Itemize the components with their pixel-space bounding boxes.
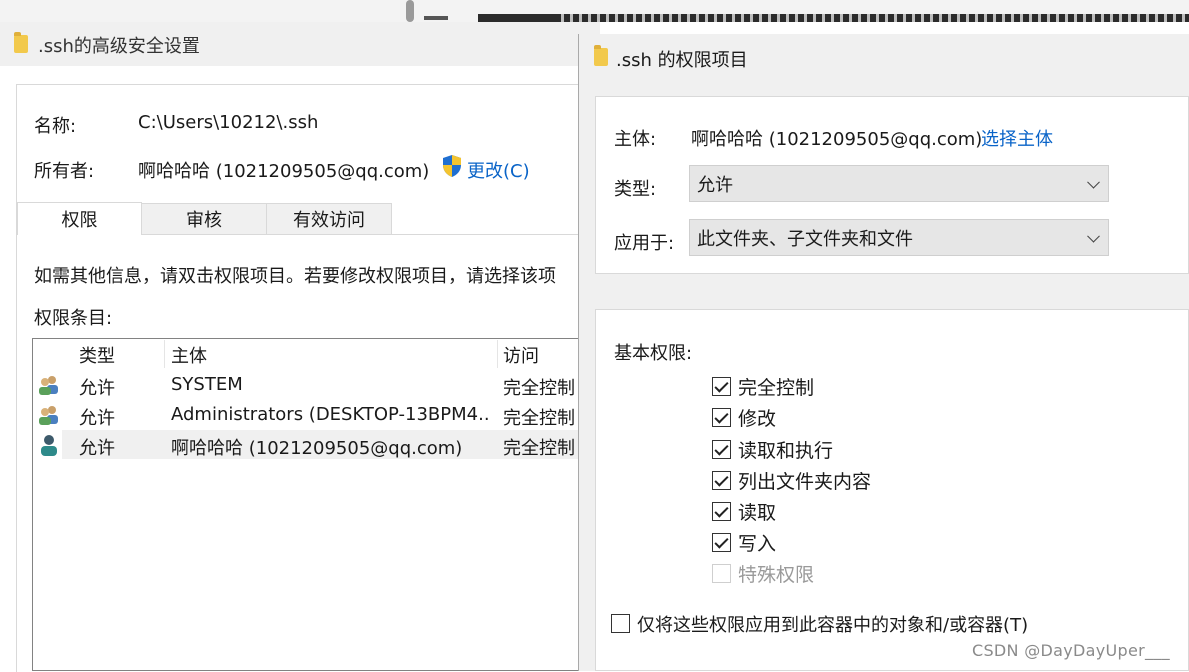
column-header-principal[interactable]: 主体 xyxy=(171,342,207,368)
write-checkbox[interactable] xyxy=(712,533,731,552)
row-access: 完全控制 xyxy=(503,378,575,399)
principal-value: 啊哈哈哈 (1021209505@qq.com) xyxy=(691,129,983,150)
tab-permissions[interactable]: 权限 xyxy=(17,202,142,235)
info-text: 如需其他信息，请双击权限项目。若要修改权限项目，请选择该项 xyxy=(34,266,556,287)
entries-label: 权限条目: xyxy=(34,308,113,329)
type-label: 类型: xyxy=(614,179,657,200)
permission-entry-title: .ssh 的权限项目 xyxy=(616,50,748,71)
background-pattern xyxy=(555,14,1189,22)
user-icon xyxy=(41,435,57,456)
background-minimize-glyph xyxy=(424,16,448,20)
write-label[interactable]: 写入 xyxy=(738,529,776,556)
special-permissions-label: 特殊权限 xyxy=(738,564,815,586)
read-label[interactable]: 读取 xyxy=(738,498,776,525)
basic-permissions-label: 基本权限: xyxy=(614,343,693,364)
row-type: 允许 xyxy=(79,408,115,429)
row-principal: Administrators (DESKTOP-13BPM4... xyxy=(171,404,491,425)
row-access: 完全控制 xyxy=(503,408,575,429)
chevron-down-icon xyxy=(1087,229,1100,243)
tab-auditing[interactable]: 审核 xyxy=(141,203,267,234)
apply-only-container-label[interactable]: 仅将这些权限应用到此容器中的对象和/或容器(T) xyxy=(637,611,1028,637)
column-header-access[interactable]: 访问 xyxy=(503,342,539,368)
read-execute-checkbox[interactable] xyxy=(712,440,731,459)
owner-label: 所有者: xyxy=(34,161,95,182)
type-dropdown[interactable]: 允许 xyxy=(689,165,1109,202)
read-execute-label[interactable]: 读取和执行 xyxy=(738,436,833,463)
principal-label: 主体: xyxy=(614,129,657,150)
row-access: 完全控制 xyxy=(503,438,575,459)
column-header-type[interactable]: 类型 xyxy=(79,342,115,368)
row-type: 允许 xyxy=(79,438,115,459)
user-group-icon xyxy=(39,406,58,425)
name-value: C:\Users\10212\.ssh xyxy=(138,112,319,133)
name-label: 名称: xyxy=(34,116,77,137)
tab-auditing-label: 审核 xyxy=(186,210,222,231)
select-principal-link[interactable]: 选择主体 xyxy=(981,125,1053,151)
tab-effective-access[interactable]: 有效访问 xyxy=(266,203,392,234)
row-type: 允许 xyxy=(79,378,115,399)
column-separator[interactable] xyxy=(164,340,165,368)
full-control-label[interactable]: 完全控制 xyxy=(738,373,814,400)
list-folder-contents-checkbox[interactable] xyxy=(712,471,731,490)
row-principal: SYSTEM xyxy=(171,374,243,395)
uac-shield-icon xyxy=(443,155,461,177)
background-scrollbar[interactable] xyxy=(406,0,414,22)
change-owner-link[interactable]: 更改(C) xyxy=(467,157,530,183)
owner-value: 啊哈哈哈 (1021209505@qq.com) xyxy=(138,161,430,182)
applies-to-dropdown-value: 此文件夹、子文件夹和文件 xyxy=(697,228,913,250)
tab-permissions-label: 权限 xyxy=(61,210,98,231)
row-principal: 啊哈哈哈 (1021209505@qq.com) xyxy=(171,438,463,459)
list-folder-contents-label[interactable]: 列出文件夹内容 xyxy=(738,467,871,494)
special-permissions-checkbox xyxy=(712,564,731,583)
modify-checkbox[interactable] xyxy=(712,408,731,427)
advanced-security-title: .ssh的高级安全设置 xyxy=(38,36,200,57)
applies-to-dropdown[interactable]: 此文件夹、子文件夹和文件 xyxy=(689,219,1109,256)
folder-icon xyxy=(14,32,28,53)
type-dropdown-value: 允许 xyxy=(697,174,733,196)
tab-effective-access-label: 有效访问 xyxy=(293,210,365,231)
table-row[interactable] xyxy=(36,371,582,399)
column-separator[interactable] xyxy=(497,340,498,368)
read-checkbox[interactable] xyxy=(712,502,731,521)
full-control-checkbox[interactable] xyxy=(712,377,731,396)
apply-only-container-checkbox[interactable] xyxy=(611,614,630,633)
folder-icon xyxy=(594,45,608,66)
modify-label[interactable]: 修改 xyxy=(738,404,776,431)
chevron-down-icon xyxy=(1087,175,1100,189)
user-group-icon xyxy=(39,376,58,395)
applies-to-label: 应用于: xyxy=(614,233,675,254)
watermark: CSDN @DayDayUper___ xyxy=(972,641,1170,660)
